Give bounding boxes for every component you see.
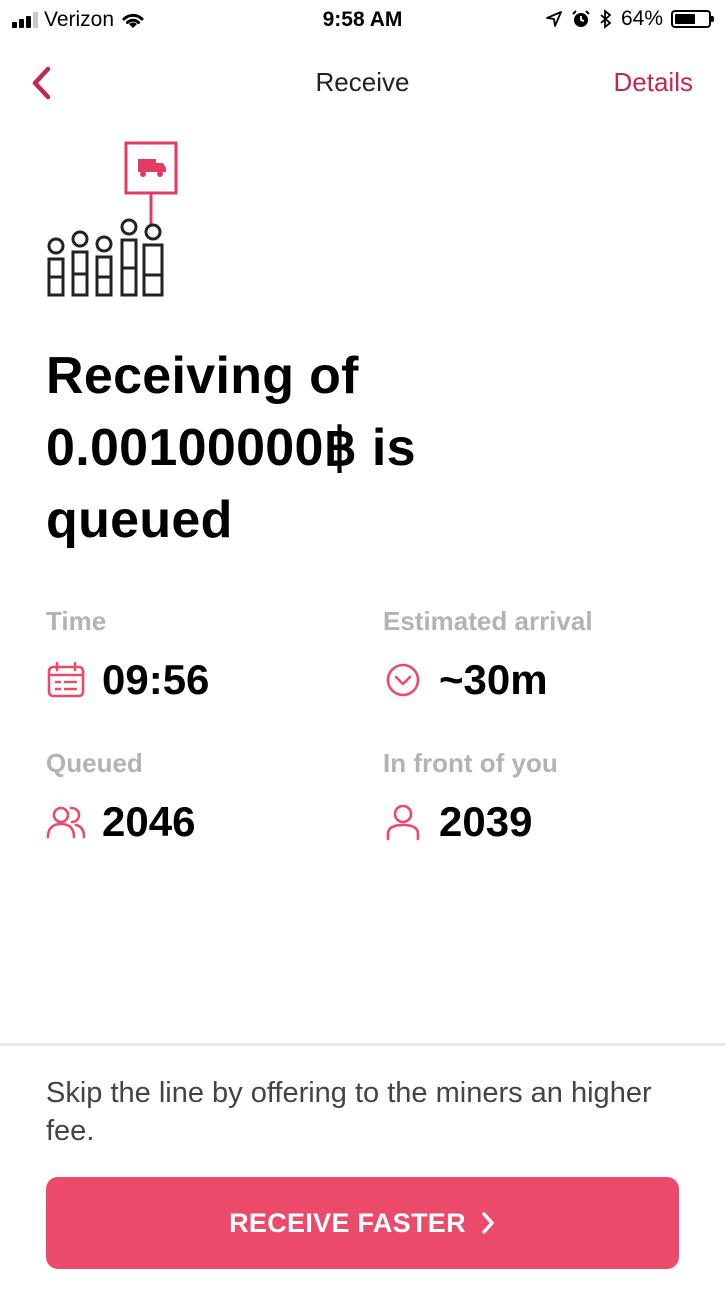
footer-divider — [0, 1043, 725, 1046]
footer-hint: Skip the line by offering to the miners … — [46, 1077, 652, 1147]
stat-front-value: 2039 — [439, 798, 533, 845]
battery-percent: 64% — [620, 7, 663, 30]
stat-arrival: Estimated arrival ~30m — [383, 606, 683, 704]
headline: Receiving of 0.00100000฿ is queued — [46, 340, 686, 556]
stat-time-value: 09:56 — [102, 656, 210, 703]
nav-bar: Receive Details — [0, 55, 725, 111]
headline-line-3: queued — [46, 491, 233, 549]
receive-faster-button[interactable]: RECEIVE FASTER — [46, 1177, 679, 1269]
details-link[interactable]: Details — [614, 67, 693, 98]
stat-arrival-label: Estimated arrival — [383, 606, 593, 636]
chevron-right-icon — [482, 1212, 494, 1234]
stat-time: Time 09:56 — [46, 606, 346, 704]
stat-front-label: In front of you — [383, 748, 558, 778]
headline-line-1: Receiving of — [46, 347, 359, 405]
receive-faster-label: RECEIVE FASTER — [229, 1207, 466, 1238]
stat-queued-label: Queued — [46, 748, 143, 778]
status-right: 64% — [545, 7, 714, 31]
headline-line-2: 0.00100000฿ is — [46, 419, 416, 477]
clock-chevron-icon — [383, 660, 423, 700]
battery-icon — [671, 10, 714, 28]
stat-time-label: Time — [46, 606, 107, 636]
calendar-icon — [46, 660, 86, 700]
stat-queued-value: 2046 — [102, 798, 196, 845]
stat-front: In front of you 2039 — [383, 748, 683, 846]
user-icon — [383, 802, 423, 842]
stat-queued: Queued 2046 — [46, 748, 346, 846]
location-arrow-icon — [546, 11, 562, 27]
bluetooth-icon — [600, 9, 612, 29]
status-bar: Verizon 9:58 AM 64% — [0, 0, 725, 40]
alarm-clock-icon — [572, 10, 590, 27]
stat-arrival-value: ~30m — [439, 656, 548, 703]
battery-fill — [675, 14, 695, 24]
queue-illustration — [47, 141, 178, 297]
users-icon — [46, 802, 86, 842]
